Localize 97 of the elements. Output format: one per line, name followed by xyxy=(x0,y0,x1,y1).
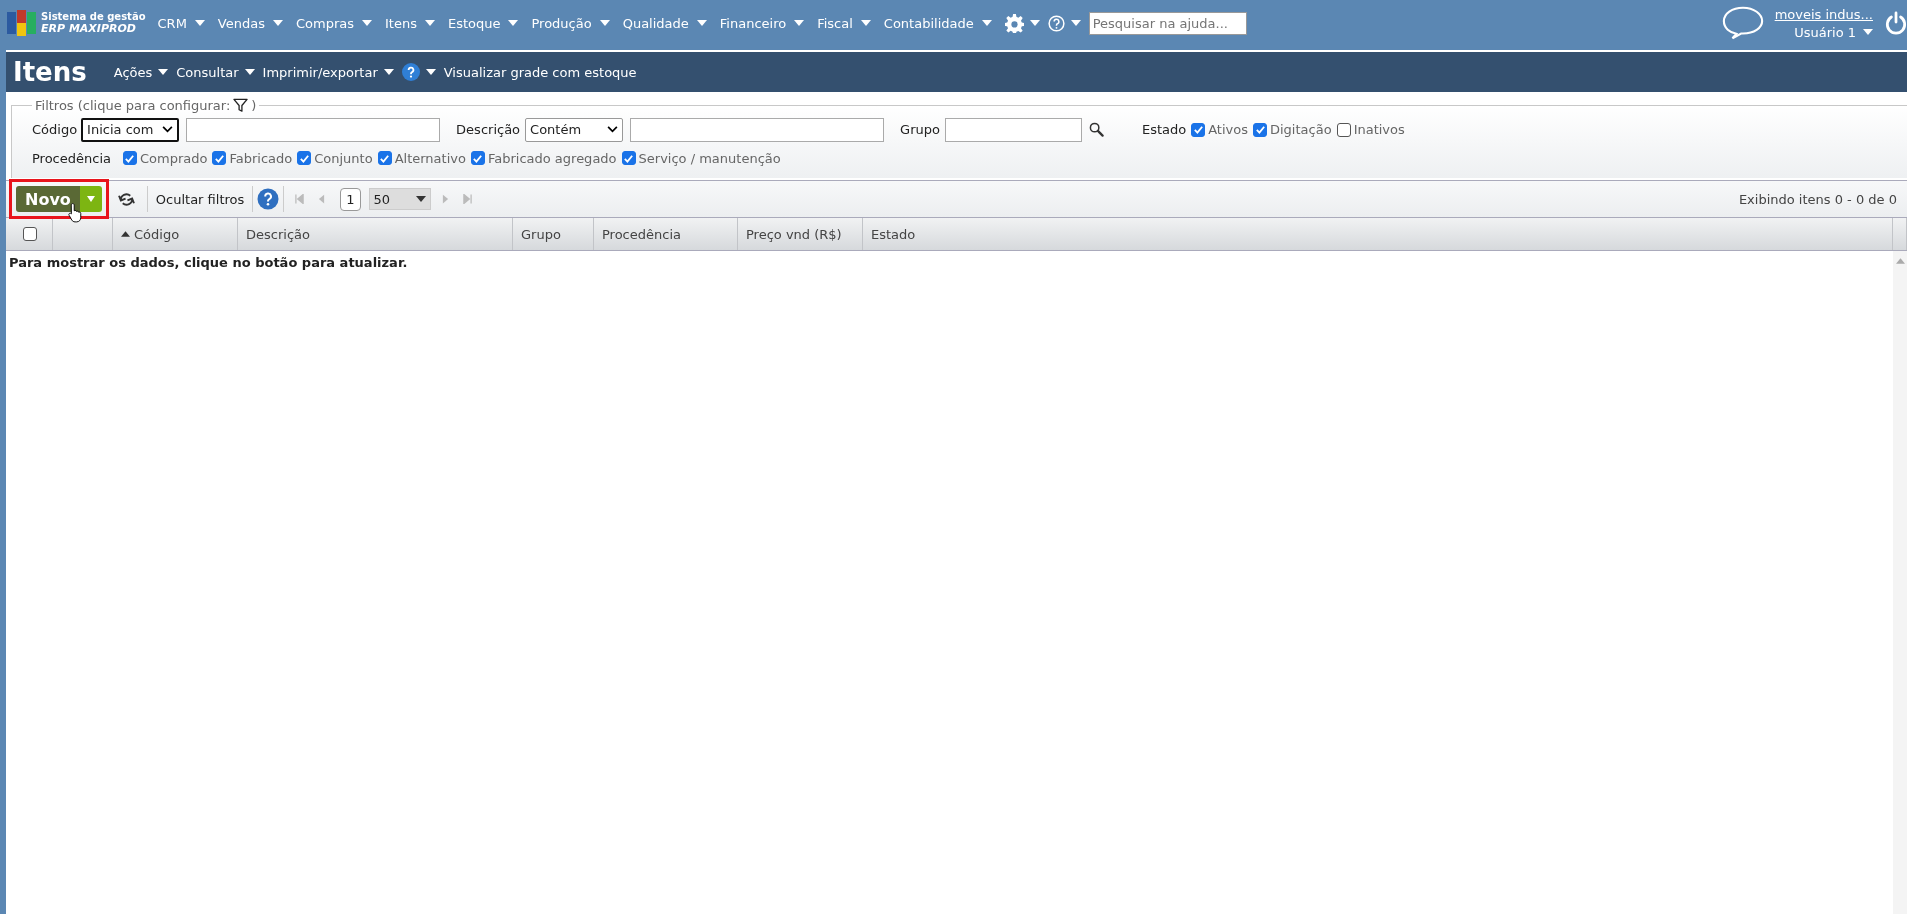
caret-icon xyxy=(383,69,394,75)
field-label: Grupo xyxy=(900,122,940,137)
caret-icon xyxy=(362,20,372,26)
stock-grid-link[interactable]: Visualizar grade com estoque xyxy=(443,64,637,80)
refresh-icon[interactable] xyxy=(117,191,135,207)
help-icon[interactable] xyxy=(1047,14,1065,32)
search-icon[interactable] xyxy=(1088,122,1104,137)
caret-icon xyxy=(599,20,610,26)
chat-icon[interactable] xyxy=(1720,5,1765,41)
caret-icon xyxy=(86,196,95,202)
help-search-field[interactable]: Pesquisar na ajuda... xyxy=(1088,11,1247,35)
checkbox[interactable] xyxy=(212,151,227,165)
checkbox-label: Fabricado agregado xyxy=(487,150,617,166)
caret-icon xyxy=(244,69,255,75)
help-icon[interactable] xyxy=(401,63,420,81)
chevron-icon xyxy=(607,126,619,133)
checkbox-label: Digitação xyxy=(1270,122,1332,137)
hide-filters-button[interactable]: Ocultar filtros xyxy=(155,191,245,207)
menu-item[interactable]: Qualidade xyxy=(622,15,707,31)
action-menu[interactable]: Ações xyxy=(113,64,169,80)
column-header[interactable]: Preço vnd (R$) xyxy=(738,218,863,250)
checkbox-label: Comprado xyxy=(140,150,208,166)
chevron-icon xyxy=(162,126,174,133)
menu-item[interactable]: Compras xyxy=(295,15,372,31)
checkbox-label: Ativos xyxy=(1208,122,1248,137)
action-menu[interactable]: Consultar xyxy=(176,64,255,80)
page-title: Itens xyxy=(13,57,87,87)
checkbox-label: Conjunto xyxy=(314,150,373,166)
checkbox[interactable] xyxy=(1253,122,1267,137)
column-header[interactable]: Estado xyxy=(863,218,1893,250)
checkbox[interactable] xyxy=(297,151,312,165)
logo-title: ERP MAXIPROD xyxy=(41,23,137,35)
menu-item[interactable]: Fiscal xyxy=(817,15,871,31)
column-header[interactable]: Descrição xyxy=(238,218,513,250)
menu-item[interactable]: Estoque xyxy=(447,15,519,31)
page-number-field[interactable]: 1 xyxy=(340,187,361,211)
filters-legend[interactable]: Filtros (clique para configurar: xyxy=(35,98,231,113)
checkbox[interactable] xyxy=(377,151,392,165)
settings-icon[interactable] xyxy=(1004,13,1024,33)
description-input[interactable] xyxy=(630,117,885,142)
checkbox[interactable] xyxy=(470,151,485,165)
empty-message: Para mostrar os dados, clique no botão para atualizar. xyxy=(8,254,409,272)
checkbox[interactable] xyxy=(123,151,137,165)
menu-item[interactable]: Produção xyxy=(531,15,610,31)
menu-item[interactable]: Contabilidade xyxy=(883,15,992,31)
checkbox[interactable] xyxy=(621,151,636,165)
checkbox-label: Serviço / manutenção xyxy=(638,150,781,166)
menu-item[interactable]: Financeiro xyxy=(719,15,805,31)
action-menu[interactable]: Imprimir/exportar xyxy=(262,64,394,80)
caret-icon xyxy=(981,20,992,26)
caret-icon xyxy=(794,20,805,26)
menu-item[interactable]: Itens xyxy=(385,15,435,31)
checkbox-label: Fabricado xyxy=(229,150,293,166)
logo-icon xyxy=(7,10,37,36)
caret-icon xyxy=(158,69,169,75)
page-size-select[interactable]: 50 xyxy=(368,188,431,210)
power-icon[interactable] xyxy=(1885,10,1907,36)
column-header[interactable]: Grupo xyxy=(513,218,594,250)
user-menu[interactable]: Usuário 1 xyxy=(1794,24,1873,40)
field-label: Código xyxy=(32,122,78,137)
caret-icon[interactable] xyxy=(425,69,436,75)
menu-item[interactable]: CRM xyxy=(157,15,205,31)
menu-item[interactable]: Vendas xyxy=(217,15,283,31)
operator-select[interactable]: Inicia com xyxy=(81,117,180,142)
dropdown-button[interactable] xyxy=(79,186,102,212)
field-label: Estado xyxy=(1141,122,1187,137)
caret-icon xyxy=(424,20,435,26)
field-label: Procedência xyxy=(32,150,111,166)
caret-icon xyxy=(508,20,519,26)
sort-arrow-icon xyxy=(121,231,130,237)
caret-icon xyxy=(860,20,871,26)
checkbox-label: Alternativo xyxy=(394,150,466,166)
hand-cursor-icon xyxy=(68,202,83,223)
column-header[interactable]: Procedência xyxy=(594,218,738,250)
filters-legend-end: ) xyxy=(251,98,257,113)
checkbox-label: Inativos xyxy=(1353,122,1405,137)
caret-icon xyxy=(1863,29,1873,35)
caret-icon xyxy=(696,20,707,26)
company-link[interactable]: moveis indus... xyxy=(1774,6,1873,22)
field-label: Descrição xyxy=(456,122,521,137)
checkbox[interactable] xyxy=(1191,122,1206,137)
select-all-checkbox[interactable] xyxy=(23,227,37,241)
caret-icon xyxy=(272,20,283,26)
group-input[interactable] xyxy=(944,117,1082,142)
help-icon[interactable] xyxy=(257,188,280,210)
operator-select[interactable]: Contém xyxy=(525,117,624,142)
caret-icon xyxy=(415,196,426,202)
logo-subtitle: Sistema de gestão xyxy=(41,11,146,23)
caret-icon xyxy=(194,20,205,26)
new-button[interactable]: Novo xyxy=(16,186,80,212)
filter-icon[interactable] xyxy=(233,98,249,113)
caret-icon[interactable] xyxy=(1070,20,1081,26)
column-header[interactable]: Código xyxy=(113,218,238,250)
item-count: Exibindo itens 0 - 0 de 0 xyxy=(1738,191,1897,207)
checkbox[interactable] xyxy=(1336,122,1351,137)
code-input[interactable] xyxy=(186,117,441,142)
caret-icon[interactable] xyxy=(1029,20,1040,26)
